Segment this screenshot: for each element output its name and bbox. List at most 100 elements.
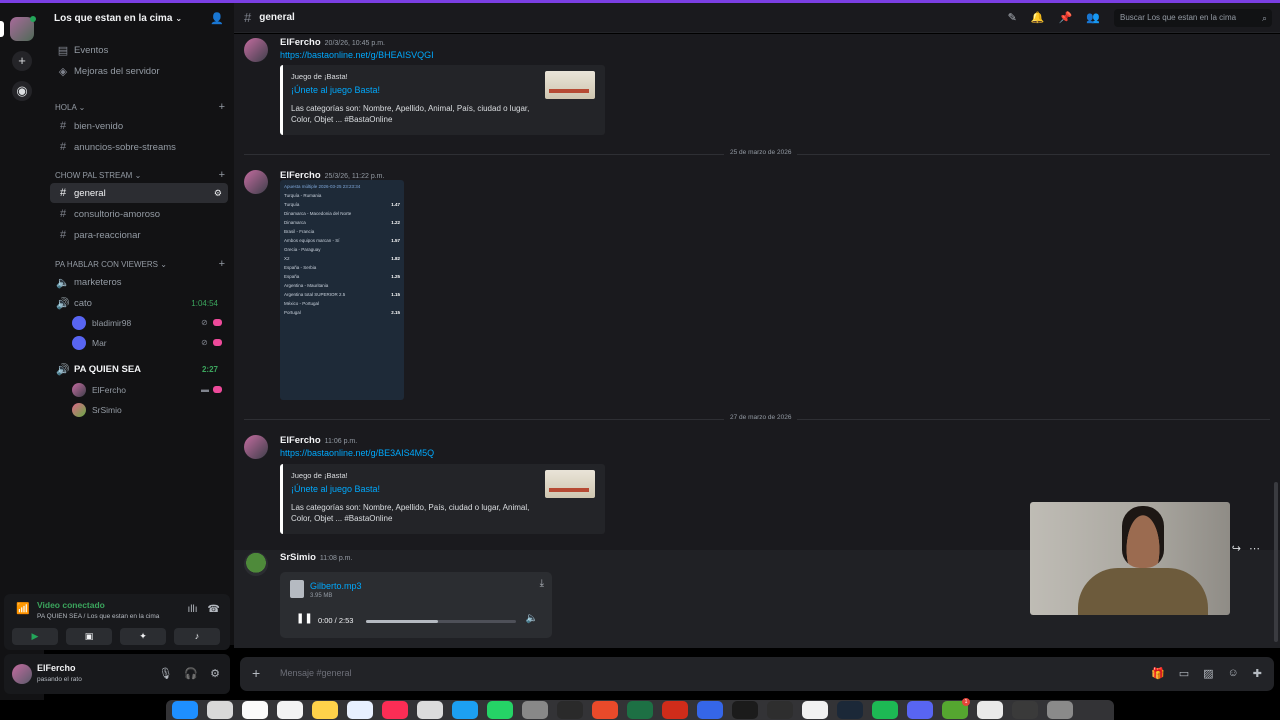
excel-icon[interactable] — [627, 701, 653, 719]
app-store-icon[interactable] — [452, 701, 478, 719]
settings-icon[interactable]: ⚙ — [214, 188, 222, 199]
channel-anuncios[interactable]: # anuncios-sobre-streams — [50, 137, 228, 157]
draw-icon[interactable] — [592, 701, 618, 719]
gif-icon[interactable]: ▭ — [1179, 667, 1189, 680]
voice-status[interactable]: Video conectado — [37, 600, 105, 610]
channel-consultorio[interactable]: # consultorio-amoroso — [50, 204, 228, 224]
image-attachment[interactable]: Apuesta múltiple 2026-03-25 23:23:34 Tur… — [280, 180, 404, 400]
avatar[interactable] — [244, 170, 268, 194]
soundboard-button[interactable]: ♪ — [174, 628, 220, 645]
audio-filename[interactable]: Gilberto.mp3 — [310, 581, 362, 591]
calendar-icon[interactable] — [242, 701, 268, 719]
proton-vpn-icon[interactable] — [697, 701, 723, 719]
trash-icon[interactable] — [1047, 701, 1073, 719]
notes-icon[interactable] — [312, 701, 338, 719]
discover-icon[interactable]: ◉ — [12, 81, 32, 101]
embed-thumbnail[interactable] — [545, 470, 595, 498]
add-channel-icon[interactable]: + — [219, 170, 225, 181]
terminal-icon[interactable] — [732, 701, 758, 719]
sticker-icon[interactable]: ▨ — [1203, 667, 1213, 680]
chrome-icon[interactable] — [802, 701, 828, 719]
voice-user[interactable]: bladimir98 ⊘ — [72, 314, 222, 332]
discord-icon[interactable] — [907, 701, 933, 719]
message-author[interactable]: ElFercho 20/3/26, 10:45 p.m. — [280, 37, 385, 48]
gift-icon[interactable]: 🎁 — [1151, 667, 1165, 680]
message-link[interactable]: https://bastaonline.net/g/BHEAISVQGI — [280, 50, 434, 60]
pause-icon[interactable]: ❚❚ — [296, 613, 313, 624]
members-icon[interactable]: 👥 — [1086, 11, 1100, 24]
add-channel-icon[interactable]: + — [219, 102, 225, 113]
voice-location[interactable]: PA QUIEN SEA / Los que estan en la cima — [37, 613, 159, 620]
audio-progress-bar[interactable] — [366, 620, 516, 623]
server-header[interactable]: Los que estan en la cima ⌄ 👤 — [44, 3, 234, 33]
message-author[interactable]: ElFercho 11:06 p.m. — [280, 435, 357, 446]
category-hola[interactable]: HOLA ⌄ + — [55, 102, 225, 113]
reminders-icon[interactable] — [277, 701, 303, 719]
voice-user[interactable]: Mar ⊘ — [72, 334, 222, 352]
channel-para-reaccionar[interactable]: # para-reaccionar — [50, 225, 228, 245]
microphone-icon[interactable]: 🎙 — [158, 667, 172, 680]
category-chow-pal-stream[interactable]: CHOW PAL STREAM ⌄ + — [55, 170, 225, 181]
headphones-icon[interactable]: 🎧 — [184, 667, 198, 680]
embed-title[interactable]: ¡Únete al juego Basta! — [291, 484, 380, 494]
pin-icon[interactable]: 📌 — [1059, 11, 1073, 24]
clock-icon[interactable] — [767, 701, 793, 719]
bell-icon[interactable]: 🔔 — [1031, 11, 1045, 24]
search-input[interactable]: Buscar Los que estan en la cima ⌕ — [1114, 9, 1272, 27]
voice-channel-cato[interactable]: 🔊 cato 1:04:54 — [50, 293, 228, 313]
embed-title[interactable]: ¡Únete al juego Basta! — [291, 85, 380, 95]
preview-icon[interactable] — [417, 701, 443, 719]
events-item[interactable]: ▤ Eventos — [50, 40, 228, 60]
threads-icon[interactable]: ✎ — [1008, 11, 1017, 24]
camera-button[interactable]: ▶ — [12, 628, 58, 645]
scrollbar[interactable] — [1274, 482, 1278, 642]
whatsapp-icon[interactable] — [487, 701, 513, 719]
webcam-overlay[interactable] — [1030, 502, 1230, 615]
add-server-icon[interactable]: + — [12, 51, 32, 71]
voice-user[interactable]: SrSimio — [72, 401, 222, 419]
keyboard-app-icon[interactable] — [1012, 701, 1038, 719]
more-icon[interactable]: ⋯ — [1249, 542, 1260, 555]
steam-icon[interactable] — [837, 701, 863, 719]
disconnect-icon[interactable]: ☎ — [208, 604, 220, 615]
add-channel-icon[interactable]: + — [219, 259, 225, 270]
freeform-icon[interactable] — [347, 701, 373, 719]
add-attachment-icon[interactable]: + — [252, 665, 260, 681]
noise-suppression-icon[interactable]: ıllı — [188, 604, 198, 615]
username[interactable]: ElFercho — [37, 663, 76, 673]
spotify-icon[interactable] — [872, 701, 898, 719]
settings-icon[interactable] — [522, 701, 548, 719]
music-icon[interactable] — [382, 701, 408, 719]
message-link[interactable]: https://bastaonline.net/g/BE3AIS4M5Q — [280, 448, 434, 458]
message-composer[interactable]: + Mensaje #general 🎁 ▭ ▨ ☺ ✚ — [240, 657, 1274, 691]
apps-icon[interactable]: ✚ — [1253, 667, 1262, 680]
voice-user[interactable]: ElFercho ▬ — [72, 381, 222, 399]
embed-thumbnail[interactable] — [545, 71, 595, 99]
emoji-icon[interactable]: ☺ — [1228, 667, 1239, 680]
voice-duration: 2:27 — [201, 364, 218, 374]
avatar[interactable] — [244, 38, 268, 62]
avatar[interactable] — [12, 664, 32, 684]
volume-icon[interactable]: 🔈 — [526, 613, 538, 624]
channel-general[interactable]: # general ⚙ — [50, 183, 228, 203]
finder-icon[interactable] — [172, 701, 198, 719]
photo-app-icon[interactable] — [977, 701, 1003, 719]
launchpad-icon[interactable] — [207, 701, 233, 719]
acrobat-icon[interactable] — [662, 701, 688, 719]
activity-monitor-icon[interactable] — [557, 701, 583, 719]
message-author[interactable]: SrSimio 11:08 p.m. — [280, 552, 352, 563]
channel-marketeros[interactable]: 🔈 marketeros — [50, 272, 228, 292]
voice-channel-pa-quien-sea[interactable]: 🔊 PA QUIEN SEA 2:27 — [50, 359, 228, 379]
settings-icon[interactable]: ⚙ — [210, 667, 220, 680]
forward-icon[interactable]: ↪ — [1232, 542, 1241, 555]
activities-button[interactable]: ✦ — [120, 628, 166, 645]
screen-share-button[interactable]: ▣ — [66, 628, 112, 645]
invite-icon[interactable]: 👤 — [210, 12, 224, 25]
app-icon[interactable]: 1 — [942, 698, 970, 719]
avatar[interactable] — [244, 435, 268, 459]
boost-item[interactable]: ◈ Mejoras del servidor — [50, 61, 228, 81]
category-pa-hablar[interactable]: PA HABLAR CON VIEWERS ⌄ + — [55, 259, 225, 270]
avatar[interactable] — [244, 552, 268, 576]
download-icon[interactable]: ⤓ — [540, 578, 544, 589]
channel-bien-venido[interactable]: # bien-venido — [50, 116, 228, 136]
